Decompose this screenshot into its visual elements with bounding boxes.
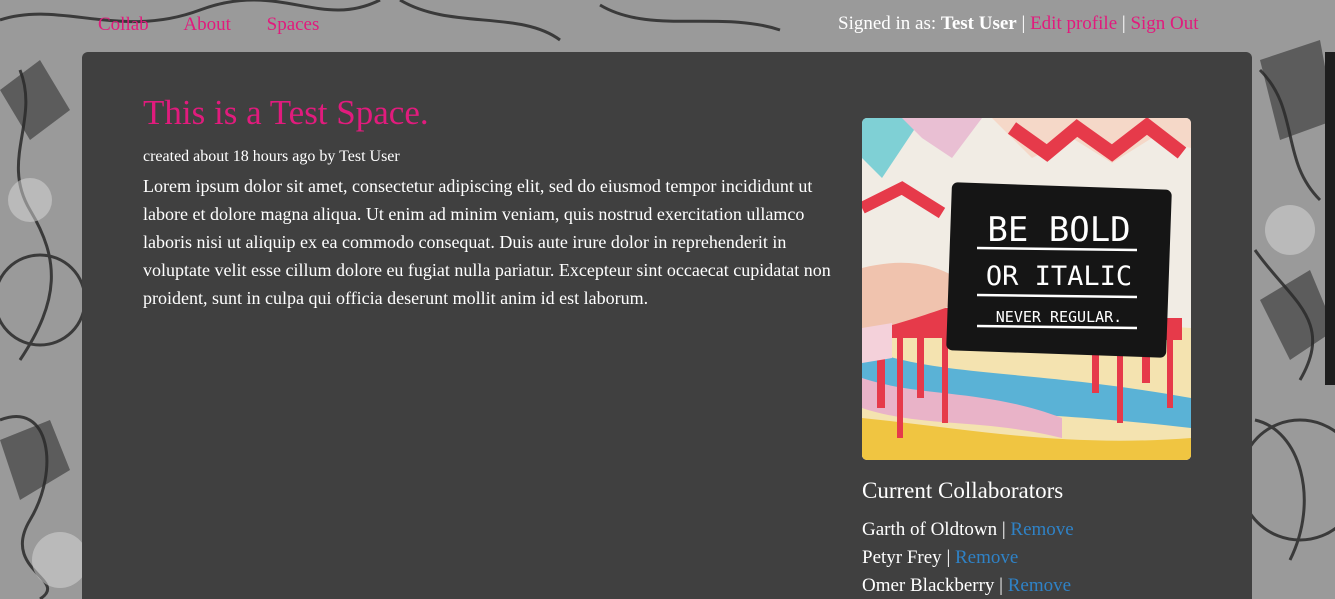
signed-in-prefix: Signed in as: xyxy=(838,13,941,34)
image-text-line-3: NEVER REGULAR. xyxy=(996,308,1122,326)
collaborator-name: Petyr Frey xyxy=(862,547,942,568)
scrollbar[interactable] xyxy=(1325,52,1335,385)
remove-collaborator-button[interactable]: Remove xyxy=(1008,575,1071,596)
nav-link-spaces[interactable]: Spaces xyxy=(267,14,320,35)
sign-out-link[interactable]: Sign Out xyxy=(1130,13,1198,34)
main-nav: Collab About Spaces xyxy=(98,14,350,36)
collaborator-name: Omer Blackberry xyxy=(862,575,995,596)
remove-collaborator-button[interactable]: Remove xyxy=(1010,519,1073,540)
separator: | xyxy=(994,575,1008,596)
separator: | xyxy=(1016,13,1031,34)
space-description: Lorem ipsum dolor sit amet, consectetur … xyxy=(143,176,831,308)
edit-profile-link[interactable]: Edit profile xyxy=(1030,13,1117,34)
collaborator-item: Garth of Oldtown | Remove xyxy=(862,516,1074,544)
space-meta: created about 18 hours ago by Test User xyxy=(143,148,400,165)
separator: | xyxy=(1117,13,1131,34)
signed-in-username: Test User xyxy=(940,13,1017,34)
nav-brand-collab[interactable]: Collab xyxy=(98,14,149,35)
space-image-illustration: BE BOLD OR ITALIC NEVER REGULAR. xyxy=(862,118,1191,460)
image-text-line-2: OR ITALIC xyxy=(986,261,1132,292)
collaborators-list: Garth of Oldtown | Remove Petyr Frey | R… xyxy=(862,516,1074,599)
image-text-line-1: BE BOLD xyxy=(987,210,1130,250)
collaborator-item: Omer Blackberry | Remove xyxy=(862,572,1074,599)
user-status-bar: Signed in as: Test User | Edit profile |… xyxy=(838,13,1199,35)
collaborator-item: Petyr Frey | Remove xyxy=(862,544,1074,572)
space-image: BE BOLD OR ITALIC NEVER REGULAR. xyxy=(862,118,1191,460)
separator: | xyxy=(941,547,955,568)
separator: | xyxy=(997,519,1011,540)
space-title: This is a Test Space. xyxy=(143,93,429,132)
remove-collaborator-button[interactable]: Remove xyxy=(955,547,1018,568)
collaborators-heading: Current Collaborators xyxy=(862,478,1064,503)
nav-link-about[interactable]: About xyxy=(183,14,231,35)
collaborator-name: Garth of Oldtown xyxy=(862,519,998,540)
